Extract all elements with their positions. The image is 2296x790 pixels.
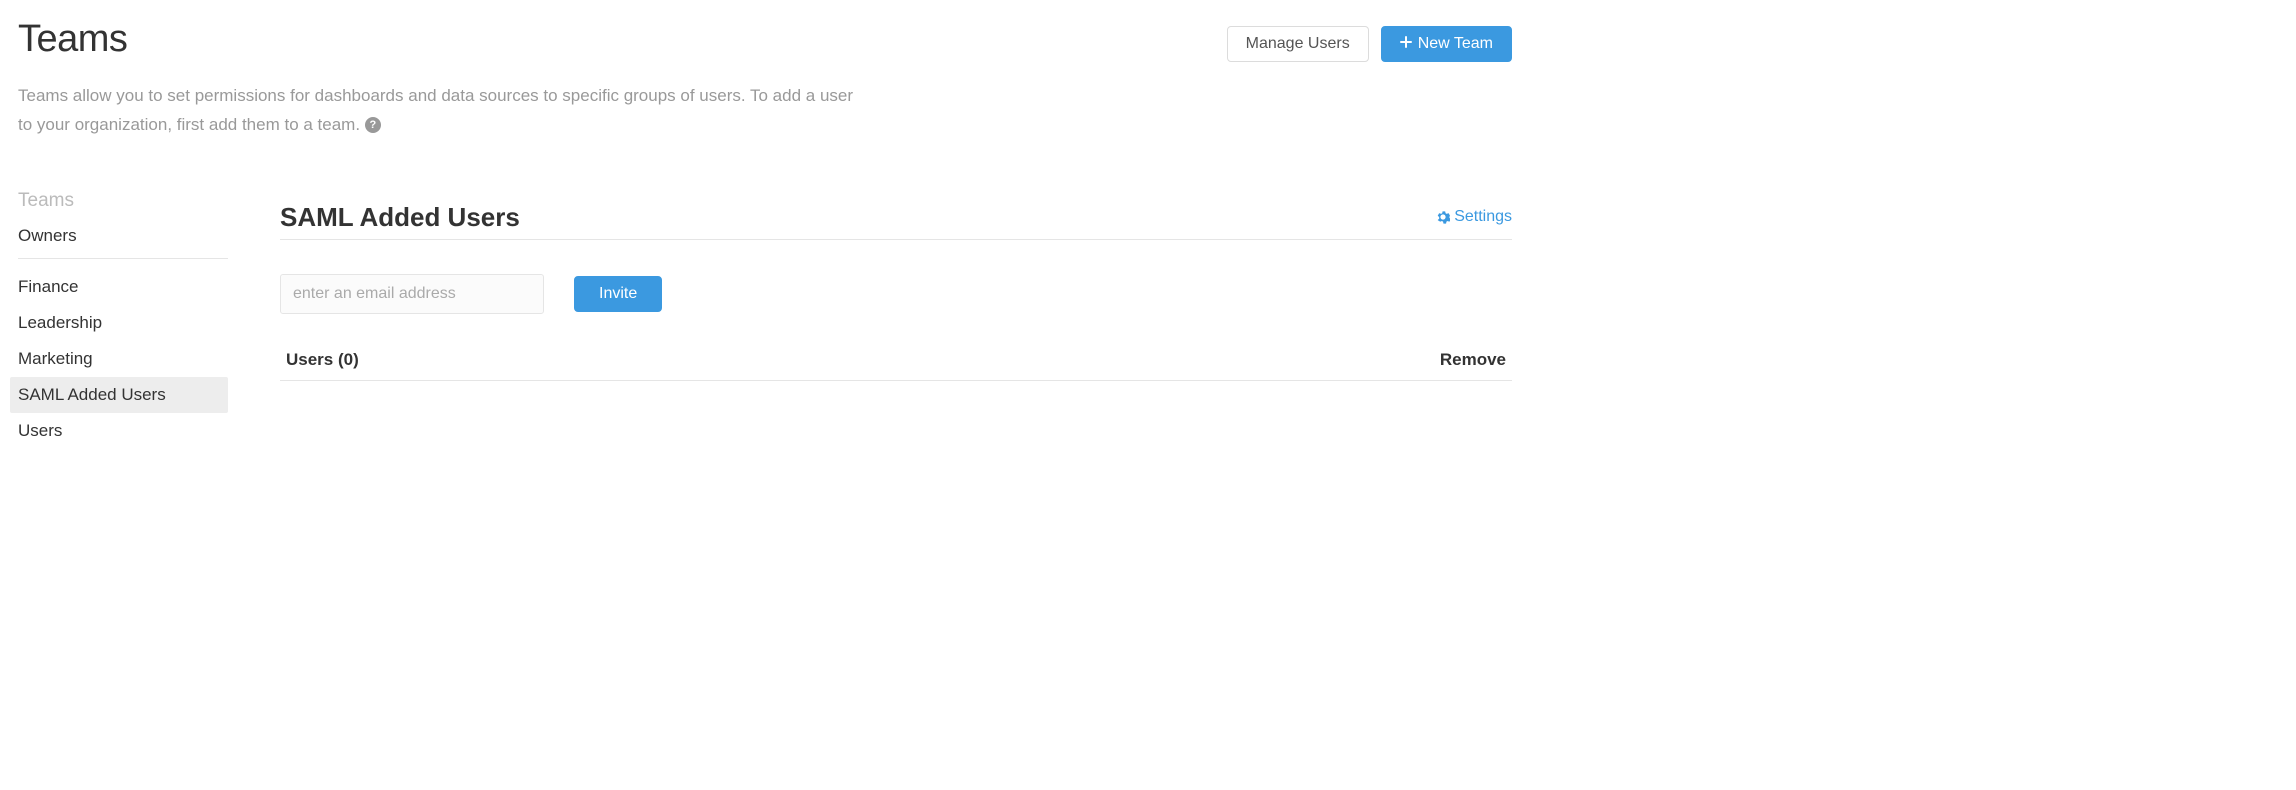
page-title: Teams — [18, 18, 127, 61]
sidebar-item-users[interactable]: Users — [18, 413, 228, 449]
users-column-header: Users (0) — [286, 350, 359, 370]
settings-label: Settings — [1454, 208, 1512, 226]
help-icon[interactable]: ? — [365, 117, 381, 133]
description-text: Teams allow you to set permissions for d… — [18, 86, 853, 134]
users-table-header: Users (0) Remove — [280, 342, 1512, 381]
new-team-label: New Team — [1418, 35, 1493, 53]
gear-icon — [1436, 210, 1450, 224]
sidebar-item-saml-added-users[interactable]: SAML Added Users — [10, 377, 228, 413]
sidebar-item-marketing[interactable]: Marketing — [18, 341, 228, 377]
invite-button[interactable]: Invite — [574, 276, 662, 312]
sidebar-header: Teams — [18, 184, 228, 218]
remove-column-header: Remove — [1440, 350, 1506, 370]
new-team-button[interactable]: New Team — [1381, 26, 1512, 62]
page-description: Teams allow you to set permissions for d… — [18, 82, 858, 140]
teams-sidebar: Teams Owners Finance Leadership Marketin… — [18, 184, 228, 449]
team-detail-title: SAML Added Users — [280, 202, 520, 233]
sidebar-item-owners[interactable]: Owners — [18, 218, 228, 259]
settings-link[interactable]: Settings — [1436, 208, 1512, 226]
plus-icon — [1400, 35, 1412, 53]
email-input[interactable] — [280, 274, 544, 314]
header-buttons: Manage Users New Team — [1227, 26, 1512, 62]
sidebar-item-leadership[interactable]: Leadership — [18, 305, 228, 341]
main-panel: SAML Added Users Settings Invite Users (… — [280, 184, 1512, 449]
sidebar-item-finance[interactable]: Finance — [18, 269, 228, 305]
manage-users-button[interactable]: Manage Users — [1227, 26, 1369, 62]
